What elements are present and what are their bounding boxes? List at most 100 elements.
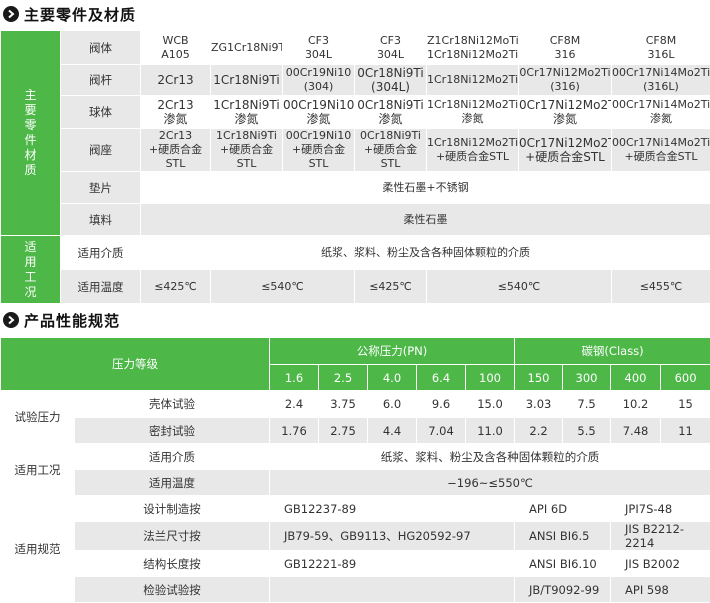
cell: ≤540℃ <box>427 270 612 304</box>
table-row: 适 用 工 况 适用介质 纸浆、浆料、粉尘及含各种固体颗粒的介质 <box>1 236 710 270</box>
section-performance-title: 产品性能规范 <box>3 309 120 331</box>
table-row: 填料 柔性石墨 <box>1 204 710 236</box>
pn-value: 1.6 <box>270 365 319 391</box>
cell: ZG1Cr18Ni9Ti <box>211 31 283 65</box>
cell: 00Cr19Ni10 (304) <box>283 65 355 96</box>
pn-header: 公称压力(PN) <box>270 338 515 365</box>
cell: 1Cr18Ni9Ti +硬质合金STL <box>211 129 283 172</box>
conditions-label: 适用工况 <box>1 444 75 496</box>
section-materials-title: 主要零件及材质 <box>3 3 136 25</box>
row-label-temperature: 适用温度 <box>61 270 141 304</box>
chevron-right-icon <box>3 312 19 328</box>
cell: ≤425℃ <box>355 270 427 304</box>
cell: JB79-59、GB9113、HG20592-97 <box>270 522 515 551</box>
cell: CF3 304L <box>355 31 427 65</box>
class-value: 600 <box>661 365 710 391</box>
cell: 11 <box>661 418 710 444</box>
cell: ≤455℃ <box>612 270 710 304</box>
medium-value: 纸浆、浆料、粉尘及含各种固体颗粒的介质 <box>270 444 710 470</box>
cell: 0Cr18Ni9Ti 渗氮 <box>355 96 427 129</box>
pn-value: 2.5 <box>319 365 368 391</box>
table-row: 适用温度 ≤425℃ ≤540℃ ≤425℃ ≤540℃ ≤455℃ <box>1 270 710 304</box>
cell: GB12221-89 <box>270 551 515 577</box>
pn-value: 4.0 <box>368 365 417 391</box>
packing-value: 柔性石墨 <box>141 204 710 236</box>
cell: 1Cr18Ni12Mo2Ti +硬质合金STL <box>427 129 519 172</box>
cell: JIS B2212-2214 <box>611 522 710 551</box>
cell: 0Cr18Ni9Ti (304L) <box>355 65 427 96</box>
cell: API 598 <box>611 577 710 603</box>
cell: 0Cr17Ni12Mo2Ti 渗氮 <box>519 96 612 129</box>
cell: 9.6 <box>417 391 466 418</box>
cell: 2Cr13 <box>141 65 211 96</box>
cell: 4.4 <box>368 418 417 444</box>
cell: ≤425℃ <box>141 270 211 304</box>
design-label: 设计制造按 <box>75 496 270 522</box>
cell: Z1Cr18Ni12MoTi 1Cr18Ni12Mo2Ti <box>427 31 519 65</box>
table-row: 适用工况 适用介质 纸浆、浆料、粉尘及含各种固体颗粒的介质 <box>1 444 710 470</box>
class-header: 碳钢(Class) <box>515 338 710 365</box>
temperature-value: −196~≤550℃ <box>270 470 710 496</box>
row-label-body: 阀体 <box>61 31 141 65</box>
gasket-value: 柔性石墨+不锈钢 <box>141 172 710 204</box>
cell: 15 <box>661 391 710 418</box>
cell: JPI7S-48 <box>611 496 710 522</box>
cell: 00Cr17Ni14Mo2Ti 渗氮 <box>612 96 710 129</box>
flange-label: 法兰尺寸按 <box>75 522 270 551</box>
table-row: 检验试验按 JB/T9092-99 API 598 <box>1 577 710 603</box>
cell: 11.0 <box>466 418 515 444</box>
cell: 7.5 <box>563 391 611 418</box>
cell: 5.5 <box>563 418 611 444</box>
class-value: 300 <box>563 365 611 391</box>
table-row: 试验压力 壳体试验 2.4 3.75 6.0 9.6 15.0 3.03 7.5… <box>1 391 710 418</box>
group-label-conditions: 适 用 工 况 <box>1 236 61 304</box>
section-title-text: 产品性能规范 <box>24 310 120 331</box>
cell: 00Cr17Ni14Mo2Ti +硬质合金STL <box>612 129 710 172</box>
row-label-gasket: 垫片 <box>61 172 141 204</box>
performance-table: 压力等级 公称压力(PN) 碳钢(Class) 1.6 2.5 4.0 6.4 … <box>0 337 710 603</box>
table-row: 密封试验 1.76 2.75 4.4 7.04 11.0 2.2 5.5 7.4… <box>1 418 710 444</box>
test-pressure-label: 试验压力 <box>1 391 75 444</box>
medium-label: 适用介质 <box>75 444 270 470</box>
length-label: 结构长度按 <box>75 551 270 577</box>
cell: API 6D <box>515 496 611 522</box>
pn-value: 100 <box>466 365 515 391</box>
group-label-main-parts: 主 要 零 件 材 质 <box>1 31 61 236</box>
chevron-right-icon <box>3 6 19 22</box>
cell: ≤540℃ <box>211 270 355 304</box>
row-label-packing: 填料 <box>61 204 141 236</box>
cell: 1Cr18Ni9Ti 渗氮 <box>211 96 283 129</box>
cell: 2.2 <box>515 418 563 444</box>
cell: 1Cr18Ni9Ti <box>211 65 283 96</box>
cell: JIS B2002 <box>611 551 710 577</box>
table-row: 适用规范 设计制造按 GB12237-89 API 6D JPI7S-48 <box>1 496 710 522</box>
pressure-grade-header: 压力等级 <box>1 338 270 391</box>
cell: WCB A105 <box>141 31 211 65</box>
cell: CF3 304L <box>283 31 355 65</box>
shell-test-label: 壳体试验 <box>75 391 270 418</box>
cell <box>270 577 515 603</box>
standards-label: 适用规范 <box>1 496 75 603</box>
row-label-medium: 适用介质 <box>61 236 141 270</box>
table-row: 结构长度按 GB12221-89 ANSI BI6.10 JIS B2002 <box>1 551 710 577</box>
cell: 00Cr17Ni14Mo2Ti (316L) <box>612 65 710 96</box>
medium-value: 纸浆、浆料、粉尘及含各种固体颗粒的介质 <box>141 236 710 270</box>
cell: 0Cr18Ni9Ti +硬质合金STL <box>355 129 427 172</box>
cell: 00Cr19Ni10 +硬质合金STL <box>283 129 355 172</box>
cell: GB12237-89 <box>270 496 515 522</box>
cell: ANSI BI6.5 <box>515 522 611 551</box>
seal-test-label: 密封试验 <box>75 418 270 444</box>
row-label-stem: 阀杆 <box>61 65 141 96</box>
row-label-ball: 球体 <box>61 96 141 129</box>
cell: 1.76 <box>270 418 319 444</box>
table-row: 垫片 柔性石墨+不锈钢 <box>1 172 710 204</box>
cell: 1Cr18Ni12Mo2Ti 渗氮 <box>427 96 519 129</box>
table-row: 压力等级 公称压力(PN) 碳钢(Class) <box>1 338 710 365</box>
pn-value: 6.4 <box>417 365 466 391</box>
cell: 1Cr18Ni12Mo2Ti <box>427 65 519 96</box>
cell: 7.04 <box>417 418 466 444</box>
cell: 6.0 <box>368 391 417 418</box>
cell: JB/T9092-99 <box>515 577 611 603</box>
table-row: 适用温度 −196~≤550℃ <box>1 470 710 496</box>
class-value: 400 <box>611 365 661 391</box>
